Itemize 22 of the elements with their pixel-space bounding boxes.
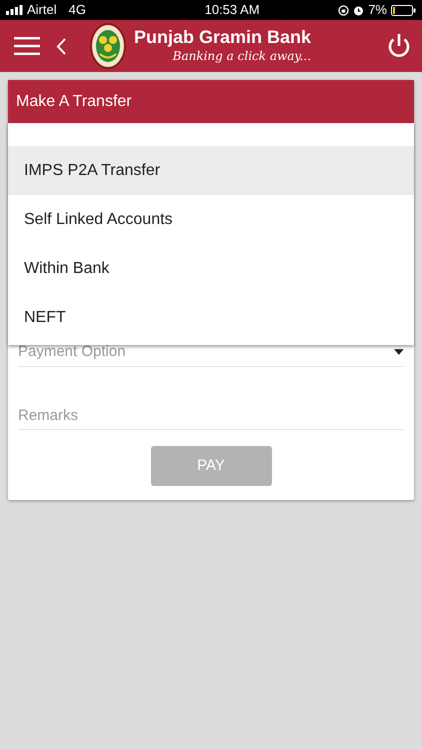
dropdown-caret-icon [394, 349, 404, 356]
carrier-name: Airtel [27, 1, 57, 20]
bank-tagline: Banking a click away... [172, 48, 312, 65]
remarks-field[interactable]: Remarks [18, 402, 404, 430]
payment-option-dropdown[interactable]: Payment Option [18, 339, 394, 366]
menu-item[interactable]: NEFT [8, 293, 414, 342]
bank-name: Punjab Gramin Bank [134, 27, 312, 47]
bank-logo-icon [90, 23, 126, 69]
card-title: Make A Transfer [8, 80, 414, 123]
power-icon[interactable] [386, 33, 412, 59]
battery-percent: 7% [368, 1, 387, 20]
menu-item[interactable]: Self Linked Accounts [8, 195, 414, 244]
menu-item[interactable]: IMPS P2A Transfer [8, 146, 414, 195]
clock-time: 10:53 AM [204, 1, 260, 20]
battery-icon [390, 4, 416, 16]
signal-icon [6, 5, 23, 15]
network-type: 4G [68, 1, 86, 20]
rotation-lock-icon [338, 4, 350, 16]
menu-item[interactable]: Within Bank [8, 244, 414, 293]
back-icon[interactable] [56, 38, 66, 54]
menu-icon[interactable] [14, 37, 40, 55]
alarm-icon [353, 4, 364, 16]
